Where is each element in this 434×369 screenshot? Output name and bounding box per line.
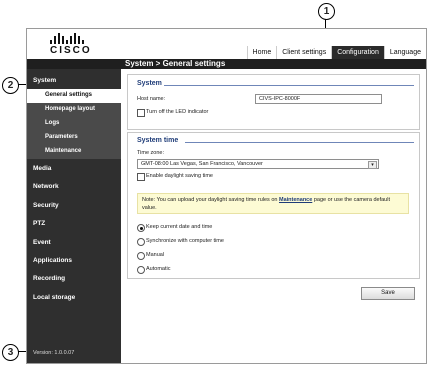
sidebar-item-label: General settings [45,92,93,98]
sidebar-section-ptz[interactable]: PTZ [33,220,45,227]
radio-manual[interactable] [137,252,145,260]
sidebar-item-maintenance[interactable]: Maintenance [27,145,121,159]
host-name-label: Host name: [137,96,166,102]
time-zone-value: GMT-08:00 Las Vegas, San Francisco, Vanc… [141,161,263,167]
time-zone-label: Time zone: [137,150,165,156]
app-window: CISCO Home Client settings Configuration… [26,28,427,364]
sidebar-item-homepage-layout[interactable]: Homepage layout [27,103,121,117]
system-group-title: System [137,80,162,87]
save-button[interactable]: Save [361,287,415,300]
top-nav: Home Client settings Configuration Langu… [246,46,426,59]
nav-client-settings[interactable]: Client settings [276,46,332,59]
sidebar-item-label: Homepage layout [45,106,96,112]
radio-automatic-label: Automatic [146,266,171,272]
sidebar-section-system[interactable]: System [33,77,56,84]
radio-sync-computer-label: Synchronize with computer time [146,238,224,244]
sidebar-section-security[interactable]: Security [33,202,59,209]
sidebar-section-recording[interactable]: Recording [33,275,65,282]
led-checkbox[interactable] [137,109,145,117]
callout-3: 3 [2,344,19,361]
sidebar: System General settings Homepage layout … [27,69,121,363]
radio-keep-current[interactable] [137,224,145,232]
sidebar-section-local-storage[interactable]: Local storage [33,294,75,301]
callout-1: 1 [318,3,335,20]
cisco-logo-bars [50,33,94,44]
sidebar-section-network[interactable]: Network [33,183,59,190]
cisco-logo: CISCO [50,33,94,57]
page-title: System > General settings [125,59,226,68]
sidebar-section-applications[interactable]: Applications [33,257,72,264]
sidebar-item-label: Parameters [45,134,78,140]
cisco-logo-text: CISCO [50,45,92,56]
system-time-group-title: System time [137,137,179,144]
time-zone-select[interactable]: GMT-08:00 Las Vegas, San Francisco, Vanc… [137,159,379,169]
daylight-label: Enable daylight saving time [146,173,213,179]
sidebar-item-parameters[interactable]: Parameters [27,131,121,145]
led-label: Turn off the LED indicator [146,109,209,115]
header: CISCO Home Client settings Configuration… [27,29,426,59]
maintenance-link[interactable]: Maintenance [279,197,312,203]
system-group-rule [164,85,414,86]
radio-keep-current-label: Keep current date and time [146,224,213,230]
sidebar-item-label: Maintenance [45,148,82,154]
chevron-down-icon[interactable]: ▾ [368,161,377,169]
nav-home[interactable]: Home [246,46,277,59]
sidebar-section-event[interactable]: Event [33,239,51,246]
sidebar-item-general-settings[interactable]: General settings [27,89,121,103]
callout-2: 2 [2,77,19,94]
host-name-input[interactable]: CIVS-IPC-8000F [255,94,382,104]
nav-configuration[interactable]: Configuration [331,46,384,59]
system-time-group-rule [185,142,414,143]
radio-automatic[interactable] [137,266,145,274]
daylight-note: Note: You can upload your daylight savin… [137,193,409,214]
sidebar-item-label: Logs [45,120,60,126]
nav-language[interactable]: Language [383,46,426,59]
radio-sync-computer[interactable] [137,238,145,246]
radio-manual-label: Manual [146,252,165,258]
title-bar [27,59,426,69]
note-text-prefix: Note: You can upload your daylight savin… [142,197,279,203]
firmware-version: Version: 1.0.0.07 [33,350,75,356]
sidebar-section-media[interactable]: Media [33,165,51,172]
sidebar-item-logs[interactable]: Logs [27,117,121,131]
daylight-checkbox[interactable] [137,173,145,181]
